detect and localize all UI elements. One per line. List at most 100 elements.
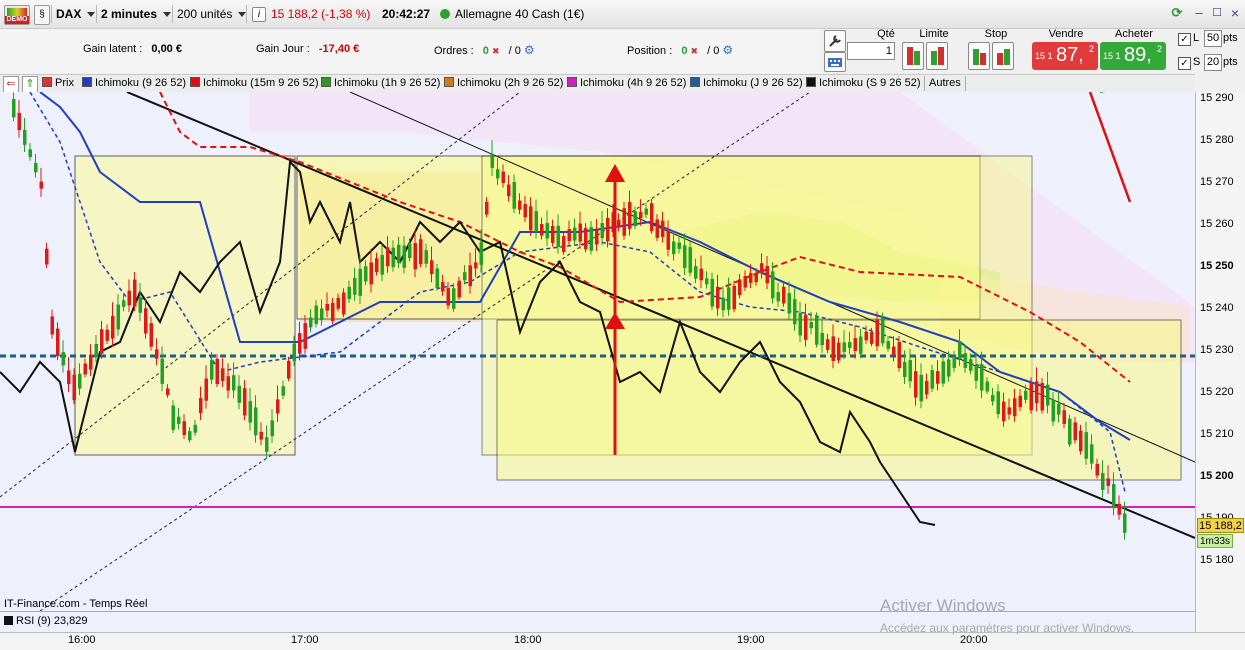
collapse-icon[interactable]: ⇐ <box>3 76 19 93</box>
candle-body <box>28 149 32 158</box>
indicator-label: Ichimoku (1h 9 26 52) <box>334 77 441 89</box>
top-toolbar: DEMO § DAX 2 minutes 200 unités i 15 188… <box>0 0 1245 29</box>
buy-button[interactable]: 15 1 89, 2 <box>1100 42 1166 70</box>
candle-body <box>303 323 307 349</box>
buy-price-main: 89, <box>1124 44 1152 66</box>
close-position-icon[interactable]: ✖ <box>691 46 699 56</box>
sell-label: Vendre <box>1048 28 1084 40</box>
stop-checkbox[interactable]: ✓ <box>1178 57 1191 70</box>
candle-body <box>903 361 907 378</box>
limit-checkbox[interactable]: ✓ <box>1178 33 1191 46</box>
chart-canvas <box>0 92 1195 611</box>
minimize-icon[interactable]: – <box>1192 6 1206 20</box>
ordres-count[interactable]: 0 <box>483 45 489 57</box>
candle-body <box>138 297 142 313</box>
indicator-ichimoku-15m[interactable]: Ichimoku (15m 9 26 52) <box>190 76 319 91</box>
candle-body <box>1090 444 1094 464</box>
indicator-color-swatch <box>806 77 816 87</box>
candle-body <box>919 374 923 402</box>
info-icon[interactable]: i <box>252 7 266 22</box>
indicator-ichimoku[interactable]: Ichimoku (9 26 52) <box>82 76 186 91</box>
candle-body <box>699 268 703 281</box>
position-count[interactable]: 0 <box>681 45 687 57</box>
refresh-icon[interactable]: ⟳ <box>1170 6 1184 20</box>
candle-body <box>677 242 681 249</box>
indicator-ichimoku-s[interactable]: Ichimoku (S 9 26 52) <box>806 76 921 91</box>
price-chart[interactable]: IT-Finance.com - Temps Réel <box>0 92 1195 611</box>
candle-body <box>39 181 43 189</box>
candle-body <box>567 229 571 242</box>
candle-body <box>281 386 285 396</box>
indicator-ichimoku-4h[interactable]: Ichimoku (4h 9 26 52) <box>567 76 686 91</box>
candle-body <box>441 282 445 292</box>
candle-body <box>765 266 769 284</box>
candle-body <box>122 300 126 307</box>
candle-body <box>490 153 494 168</box>
gear-icon[interactable]: ⚙ <box>722 43 733 57</box>
candle-body <box>94 343 98 358</box>
keyboard-icon[interactable] <box>824 52 846 72</box>
indicator-color-swatch <box>690 77 700 87</box>
stop-points-input[interactable]: 20 <box>1204 54 1222 71</box>
maximize-icon[interactable]: ☐ <box>1210 6 1224 20</box>
candle-body <box>771 271 775 299</box>
candle-body <box>1007 407 1011 415</box>
candle-body <box>485 201 489 215</box>
quantity-input[interactable] <box>847 42 895 60</box>
candle-body <box>419 239 423 265</box>
instrument-selector[interactable]: DAX <box>56 4 96 24</box>
limit-points-unit: pts <box>1223 32 1238 44</box>
candle-body <box>798 312 802 336</box>
candle-body <box>248 401 252 423</box>
autres-button[interactable]: Autres <box>924 76 966 91</box>
gain-latent-value: 0,00 € <box>151 43 182 55</box>
price-axis[interactable]: 15 290 15 280 15 270 15 260 15 250 15 24… <box>1195 92 1245 632</box>
indicator-ichimoku-1h[interactable]: Ichimoku (1h 9 26 52) <box>321 76 440 91</box>
indicator-color-swatch <box>82 77 92 87</box>
candle-body <box>276 399 280 414</box>
candle-body <box>67 370 71 385</box>
candle-body <box>826 339 830 350</box>
wrench-icon[interactable] <box>824 30 846 52</box>
candle-body <box>501 171 505 184</box>
candle-body <box>210 359 214 380</box>
indicator-ichimoku-2h[interactable]: Ichimoku (2h 9 26 52) <box>444 76 563 91</box>
sell-button[interactable]: 15 1 87, 2 <box>1032 42 1098 70</box>
candle-body <box>606 217 610 242</box>
candle-body <box>116 304 120 330</box>
limit-buy-button[interactable] <box>926 42 948 70</box>
candle-body <box>842 342 846 352</box>
stop-sell-button[interactable] <box>968 42 990 70</box>
y-tick: 15 180 <box>1200 554 1234 566</box>
candle-body <box>815 317 819 345</box>
close-orders-icon[interactable]: ✖ <box>492 46 500 56</box>
candle-body <box>100 329 104 354</box>
indicator-color-swatch <box>321 77 331 87</box>
limit-points-input[interactable]: 50 <box>1204 30 1222 47</box>
candle-body <box>848 342 852 349</box>
orders-summary: Ordres : 0 ✖ / 0 ⚙ <box>434 43 535 57</box>
y-tick: 15 290 <box>1200 92 1234 104</box>
indicator-prix[interactable]: Prix <box>42 76 74 91</box>
gear-icon[interactable]: ⚙ <box>524 43 535 57</box>
candle-body <box>897 341 901 369</box>
candle-body <box>254 407 258 436</box>
stop-buy-button[interactable] <box>992 42 1014 70</box>
candle-body <box>1112 484 1116 509</box>
buy-price-prefix: 15 1 <box>1103 51 1121 61</box>
buy-price-decimal: 2 <box>1157 44 1163 54</box>
pin-icon[interactable]: § <box>34 5 50 25</box>
candle-body <box>633 211 637 227</box>
indicator-ichimoku-j[interactable]: Ichimoku (J 9 26 52) <box>690 76 803 91</box>
candle-body <box>589 227 593 251</box>
timeframe-label: 2 minutes <box>101 7 158 21</box>
candle-body <box>1123 513 1127 533</box>
expand-icon[interactable]: ⇑ <box>22 76 38 93</box>
close-icon[interactable]: × <box>1228 6 1242 20</box>
candle-body <box>237 385 241 403</box>
units-selector[interactable]: 200 unités <box>177 4 247 24</box>
candle-body <box>342 292 346 315</box>
timeframe-selector[interactable]: 2 minutes <box>101 4 172 24</box>
limit-sell-button[interactable] <box>902 42 924 70</box>
candle-body <box>908 360 912 382</box>
